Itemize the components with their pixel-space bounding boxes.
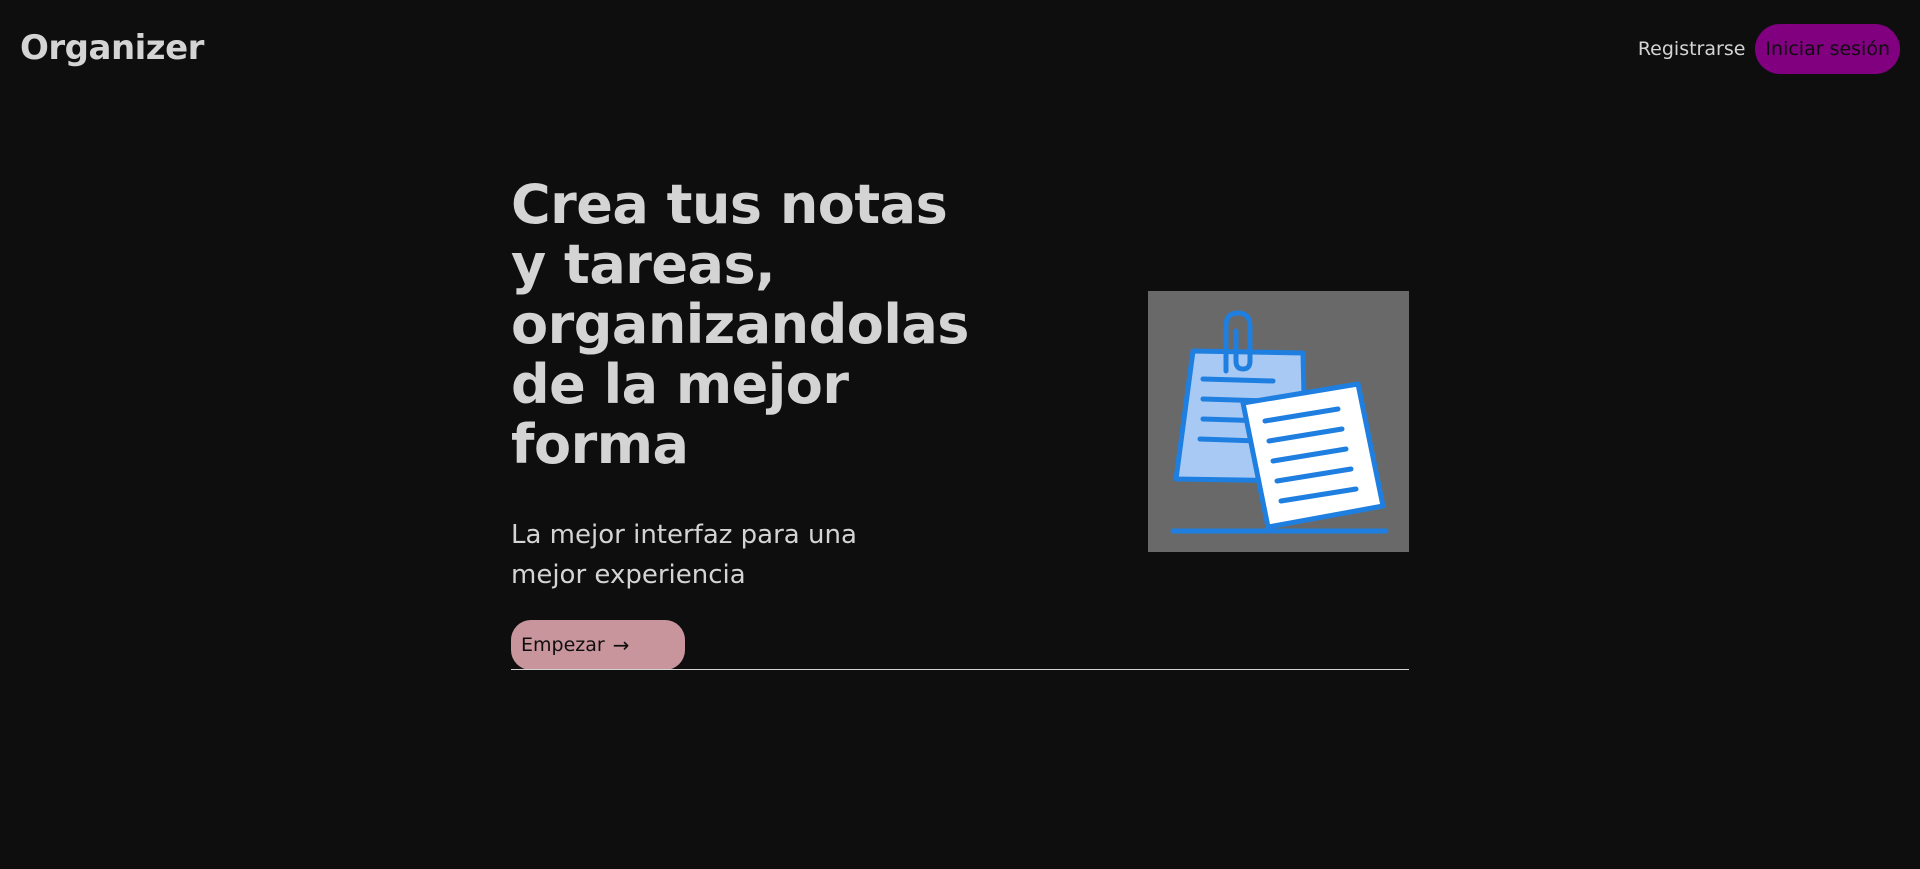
arrow-right-icon: → — [612, 633, 630, 657]
start-button-label: Empezar — [521, 634, 605, 656]
navbar: Organizer Registrarse Iniciar sesión — [0, 0, 1920, 100]
start-button[interactable]: Empezar → — [511, 620, 685, 670]
nav-actions: Registrarse Iniciar sesión — [1638, 24, 1900, 74]
hero-divider — [511, 669, 1409, 670]
register-link[interactable]: Registrarse — [1638, 38, 1746, 60]
login-button[interactable]: Iniciar sesión — [1755, 24, 1900, 74]
hero-title: Crea tus notas y tareas, organizandolas … — [511, 173, 969, 476]
notes-illustration — [1148, 291, 1409, 552]
notes-with-paperclip-icon — [1170, 310, 1389, 534]
hero-subtitle: La mejor interfaz para una mejor experie… — [511, 520, 857, 590]
hero-section: Crea tus notas y tareas, organizandolas … — [511, 175, 1409, 671]
app-logo[interactable]: Organizer — [20, 28, 204, 68]
